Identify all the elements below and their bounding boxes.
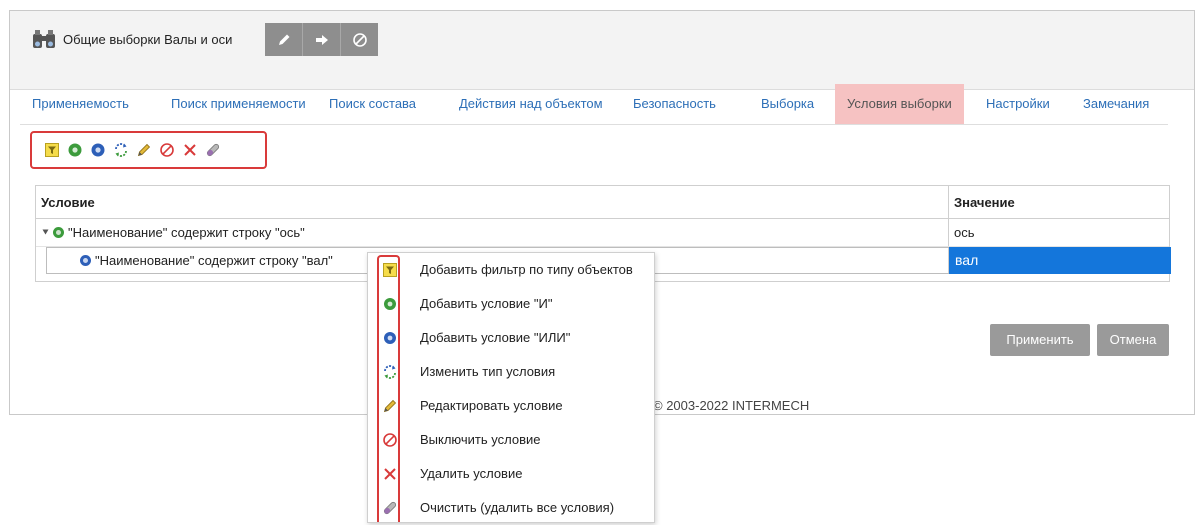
- value-cell: ось: [954, 225, 975, 240]
- menu-item-edit[interactable]: Редактировать условие: [368, 389, 654, 423]
- binoculars-icon: [31, 28, 57, 50]
- apply-button[interactable]: Применить: [990, 324, 1090, 356]
- edit-icon: [382, 398, 398, 414]
- and-condition-icon: [68, 143, 82, 157]
- delete-condition-button[interactable]: [178, 139, 201, 161]
- tabs-divider: [20, 124, 1168, 125]
- table-row[interactable]: "Наименование" содержит строку "ось" ось: [36, 219, 1169, 247]
- menu-item-label: Изменить тип условия: [420, 364, 556, 379]
- menu-item-label: Выключить условие: [420, 432, 541, 447]
- pencil-icon: [276, 32, 292, 48]
- menu-item-label: Добавить условие "ИЛИ": [420, 330, 571, 345]
- tab-settings[interactable]: Настройки: [974, 84, 1062, 124]
- clear-icon: [382, 500, 398, 516]
- change-type-icon: [113, 142, 129, 158]
- condition-cell: "Наименование" содержит строку "вал": [95, 253, 333, 268]
- and-condition-icon: [382, 296, 398, 312]
- change-type-icon: [382, 364, 398, 380]
- or-condition-icon: [91, 143, 105, 157]
- type-filter-icon: [382, 262, 398, 278]
- value-cell-selected[interactable]: вал: [949, 247, 1171, 274]
- disable-icon: [159, 142, 175, 158]
- menu-item-add-and[interactable]: Добавить условие "И": [368, 287, 654, 321]
- copyright-text: © 2003-2022 INTERMECH: [653, 398, 810, 413]
- conditions-toolbar: [30, 131, 267, 169]
- menu-item-add-or[interactable]: Добавить условие "ИЛИ": [368, 321, 654, 355]
- type-filter-icon: [44, 143, 59, 157]
- menu-item-clear-all[interactable]: Очистить (удалить все условия): [368, 491, 654, 525]
- menu-item-disable[interactable]: Выключить условие: [368, 423, 654, 457]
- clear-conditions-button[interactable]: [201, 139, 224, 161]
- tab-security[interactable]: Безопасность: [621, 84, 728, 124]
- tab-selection-conditions[interactable]: Условия выборки: [835, 84, 964, 124]
- tab-remarks[interactable]: Замечания: [1071, 84, 1161, 124]
- change-type-button[interactable]: [109, 139, 132, 161]
- menu-item-label: Добавить условие "И": [420, 296, 553, 311]
- tab-applicability[interactable]: Применяемость: [20, 84, 141, 124]
- window-title: Общие выборки Валы и оси: [63, 32, 233, 47]
- grid-header: Условие Значение: [36, 186, 1169, 219]
- menu-item-label: Добавить фильтр по типу объектов: [420, 262, 633, 277]
- go-button[interactable]: [303, 23, 341, 56]
- tab-applicability-search[interactable]: Поиск применяемости: [159, 84, 318, 124]
- menu-item-change-type[interactable]: Изменить тип условия: [368, 355, 654, 389]
- menu-item-delete[interactable]: Удалить условие: [368, 457, 654, 491]
- disable-condition-button[interactable]: [155, 139, 178, 161]
- delete-icon: [382, 466, 398, 482]
- tab-object-actions[interactable]: Действия над объектом: [447, 84, 615, 124]
- or-condition-icon: [382, 330, 398, 346]
- collapse-toggle-icon[interactable]: [42, 228, 49, 236]
- window-header: Общие выборки Валы и оси: [10, 11, 1194, 90]
- header-toolbar: [265, 23, 378, 56]
- tab-selection[interactable]: Выборка: [749, 84, 826, 124]
- menu-item-add-type-filter[interactable]: Добавить фильтр по типу объектов: [368, 253, 654, 287]
- add-type-filter-button[interactable]: [40, 139, 63, 161]
- menu-item-label: Удалить условие: [420, 466, 523, 481]
- menu-item-label: Очистить (удалить все условия): [420, 500, 615, 515]
- or-condition-icon: [80, 255, 91, 266]
- tab-composition-search[interactable]: Поиск состава: [317, 84, 428, 124]
- value-cell-text: вал: [955, 252, 979, 268]
- cancel-icon: [352, 32, 368, 48]
- edit-icon: [136, 142, 152, 158]
- cancel-button[interactable]: Отмена: [1097, 324, 1169, 356]
- clear-icon: [205, 142, 221, 158]
- arrow-right-icon: [314, 32, 330, 48]
- column-header-condition[interactable]: Условие: [41, 195, 95, 210]
- disable-icon: [382, 432, 398, 448]
- add-and-condition-button[interactable]: [63, 139, 86, 161]
- edit-condition-button[interactable]: [132, 139, 155, 161]
- context-menu: Добавить фильтр по типу объектов Добавит…: [367, 252, 655, 523]
- condition-cell: "Наименование" содержит строку "ось": [68, 225, 305, 240]
- and-condition-icon: [53, 227, 64, 238]
- add-or-condition-button[interactable]: [86, 139, 109, 161]
- edit-selection-button[interactable]: [265, 23, 303, 56]
- menu-item-label: Редактировать условие: [420, 398, 563, 413]
- delete-icon: [182, 142, 198, 158]
- cancel-selection-button[interactable]: [341, 23, 378, 56]
- column-header-value[interactable]: Значение: [954, 195, 1015, 210]
